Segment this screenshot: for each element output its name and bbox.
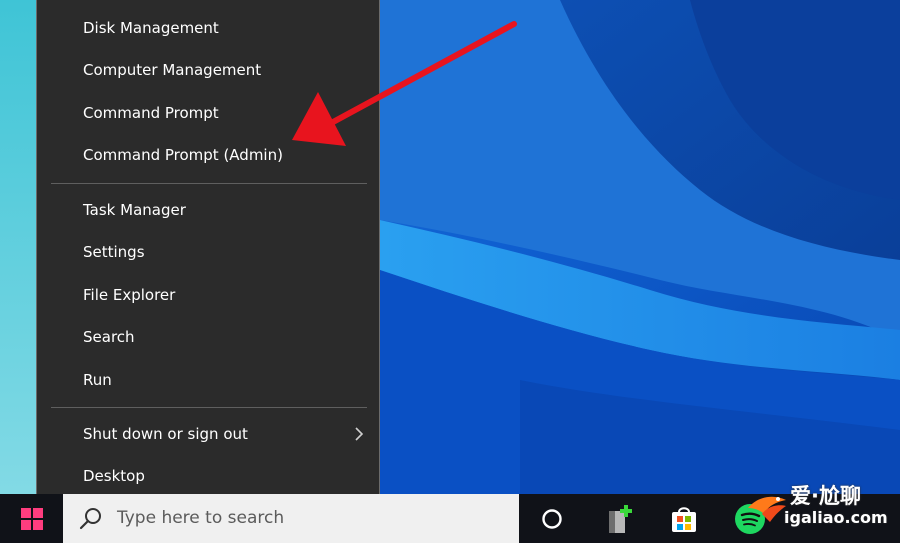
app-icon	[609, 504, 632, 533]
cortana-button[interactable]	[528, 494, 576, 543]
taskbar-search-box[interactable]: Type here to search	[63, 494, 519, 543]
menu-separator	[51, 183, 367, 184]
taskbar-app-button[interactable]	[596, 494, 644, 543]
menu-item-search[interactable]: Search	[37, 318, 379, 356]
menu-item-label: Shut down or sign out	[83, 425, 248, 443]
menu-item-label: Disk Management	[83, 19, 219, 37]
menu-item-label: Desktop	[83, 467, 145, 485]
search-placeholder: Type here to search	[117, 508, 285, 528]
windows-logo-icon	[20, 507, 43, 530]
menu-item-desktop[interactable]: Desktop	[37, 457, 379, 495]
start-button[interactable]	[0, 494, 63, 543]
store-button[interactable]	[660, 494, 708, 543]
menu-item-label: Search	[83, 328, 135, 346]
menu-item-command-prompt-admin[interactable]: Command Prompt (Admin)	[37, 136, 379, 174]
menu-item-settings[interactable]: Settings	[37, 233, 379, 271]
menu-item-file-explorer[interactable]: File Explorer	[37, 276, 379, 314]
menu-item-label: Command Prompt	[83, 104, 219, 122]
watermark: 爱·尬聊 igaliao.com	[744, 478, 900, 536]
watermark-text: 爱·尬聊	[790, 484, 861, 508]
menu-item-disk-management[interactable]: Disk Management	[37, 9, 379, 47]
menu-item-run[interactable]: Run	[37, 361, 379, 399]
chevron-right-icon	[355, 427, 364, 441]
menu-item-shut-down-or-sign-out[interactable]: Shut down or sign out	[37, 415, 379, 453]
menu-item-label: Run	[83, 371, 112, 389]
search-icon	[79, 508, 101, 530]
menu-item-task-manager[interactable]: Task Manager	[37, 191, 379, 229]
menu-item-label: Settings	[83, 243, 145, 261]
menu-item-label: Task Manager	[83, 201, 186, 219]
watermark-url: igaliao.com	[784, 508, 888, 527]
menu-item-label: Computer Management	[83, 61, 262, 79]
menu-separator	[51, 407, 367, 408]
menu-item-computer-management[interactable]: Computer Management	[37, 51, 379, 89]
menu-item-label: File Explorer	[83, 286, 176, 304]
store-icon	[672, 506, 696, 532]
cortana-icon	[542, 508, 562, 529]
menu-item-label: Command Prompt (Admin)	[83, 146, 283, 164]
menu-item-command-prompt[interactable]: Command Prompt	[37, 94, 379, 132]
power-user-menu: Disk Management Computer Management Comm…	[36, 0, 380, 510]
